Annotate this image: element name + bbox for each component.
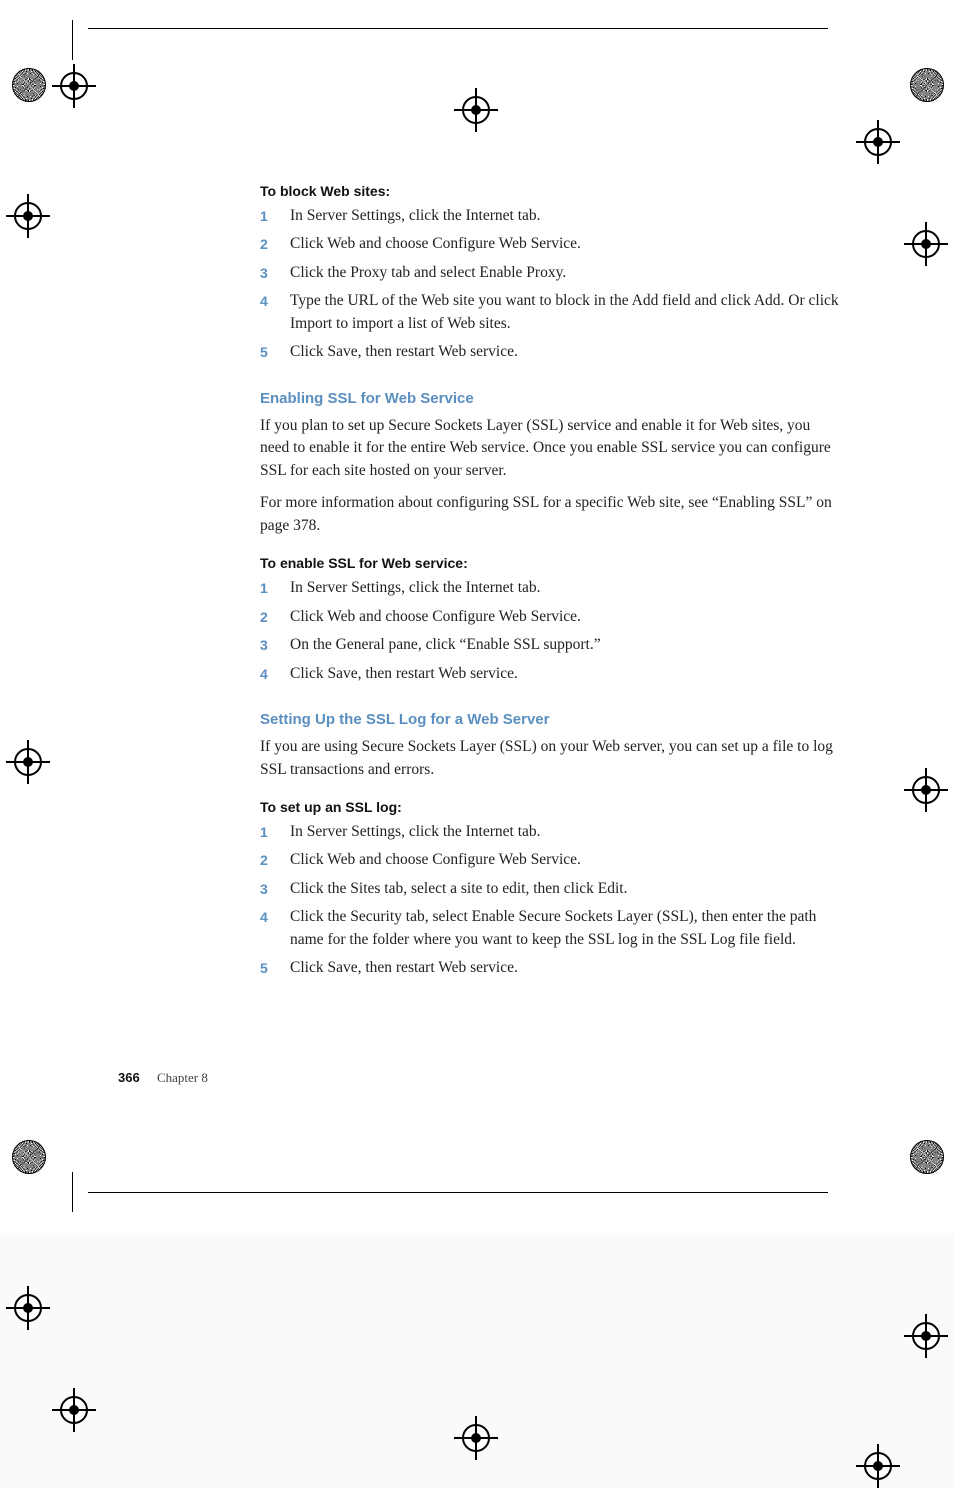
step-item: 2 Click Web and choose Configure Web Serv… [260,606,840,628]
step-number: 4 [260,663,268,685]
step-text: Click Save, then restart Web service. [290,343,518,360]
step-text: Click Save, then restart Web service. [290,959,518,976]
step-item: 4 Click Save, then restart Web service. [260,663,840,685]
printer-rosette-icon [910,1140,944,1174]
step-text: Click the Proxy tab and select Enable Pr… [290,264,566,281]
step-item: 1 In Server Settings, click the Internet … [260,205,840,227]
step-text: Click Web and choose Configure Web Servi… [290,235,581,252]
step-number: 2 [260,606,268,628]
printer-target-icon [912,230,940,258]
printer-target-icon [14,202,42,230]
step-text: Click Web and choose Configure Web Servi… [290,608,581,625]
step-number: 4 [260,290,268,312]
step-number: 1 [260,577,268,599]
step-number: 5 [260,957,268,979]
step-item: 1 In Server Settings, click the Internet … [260,577,840,599]
printer-target-icon [14,1294,42,1322]
body-paragraph: For more information about configuring S… [260,492,840,537]
step-number: 4 [260,906,268,928]
step-item: 3 Click the Sites tab, select a site to e… [260,878,840,900]
procedure-title: To set up an SSL log: [260,799,840,815]
page-number: 366 [118,1070,140,1085]
step-item: 1 In Server Settings, click the Internet … [260,821,840,843]
step-item: 3 Click the Proxy tab and select Enable P… [260,262,840,284]
section-heading: Setting Up the SSL Log for a Web Server [260,711,840,728]
step-text: Type the URL of the Web site you want to… [290,292,839,331]
crop-line [88,28,828,29]
step-number: 3 [260,634,268,656]
step-number: 2 [260,849,268,871]
step-item: 5 Click Save, then restart Web service. [260,341,840,363]
printer-target-icon [60,1396,88,1424]
printer-rosette-icon [12,1140,46,1174]
printer-target-icon [864,1452,892,1480]
step-item: 2 Click Web and choose Configure Web Serv… [260,233,840,255]
crop-line [88,1192,828,1193]
step-number: 1 [260,205,268,227]
step-text: Click Web and choose Configure Web Servi… [290,851,581,868]
step-item: 5 Click Save, then restart Web service. [260,957,840,979]
printer-target-icon [462,96,490,124]
procedure-steps: 1 In Server Settings, click the Internet … [260,205,840,364]
step-text: Click the Security tab, select Enable Se… [290,908,816,947]
chapter-label: Chapter 8 [157,1070,208,1085]
procedure-title: To block Web sites: [260,183,840,199]
body-paragraph: If you plan to set up Secure Sockets Lay… [260,415,840,482]
step-item: 4 Type the URL of the Web site you want t… [260,290,840,335]
procedure-steps: 1 In Server Settings, click the Internet … [260,577,840,685]
step-item: 2 Click Web and choose Configure Web Serv… [260,849,840,871]
printer-target-icon [912,776,940,804]
printer-target-icon [60,72,88,100]
step-text: In Server Settings, click the Internet t… [290,823,541,840]
procedure-steps: 1 In Server Settings, click the Internet … [260,821,840,980]
printer-target-icon [864,128,892,156]
printer-target-icon [912,1322,940,1350]
printer-rosette-icon [12,68,46,102]
page-footer: 366 Chapter 8 [118,1070,208,1086]
procedure-title: To enable SSL for Web service: [260,555,840,571]
step-item: 3 On the General pane, click “Enable SSL … [260,634,840,656]
step-text: In Server Settings, click the Internet t… [290,207,541,224]
step-text: In Server Settings, click the Internet t… [290,579,541,596]
step-number: 1 [260,821,268,843]
step-number: 3 [260,262,268,284]
step-number: 3 [260,878,268,900]
step-text: Click Save, then restart Web service. [290,665,518,682]
body-paragraph: If you are using Secure Sockets Layer (S… [260,736,840,781]
page-content: To block Web sites: 1 In Server Settings,… [260,165,840,986]
printer-rosette-icon [910,68,944,102]
step-number: 2 [260,233,268,255]
step-item: 4 Click the Security tab, select Enable S… [260,906,840,951]
page: To block Web sites: 1 In Server Settings,… [0,0,954,1235]
crop-line [72,1172,73,1212]
crop-line [72,20,73,60]
step-number: 5 [260,341,268,363]
printer-target-icon [14,748,42,776]
step-text: On the General pane, click “Enable SSL s… [290,636,601,653]
printer-target-icon [462,1424,490,1452]
section-heading: Enabling SSL for Web Service [260,390,840,407]
step-text: Click the Sites tab, select a site to ed… [290,880,627,897]
